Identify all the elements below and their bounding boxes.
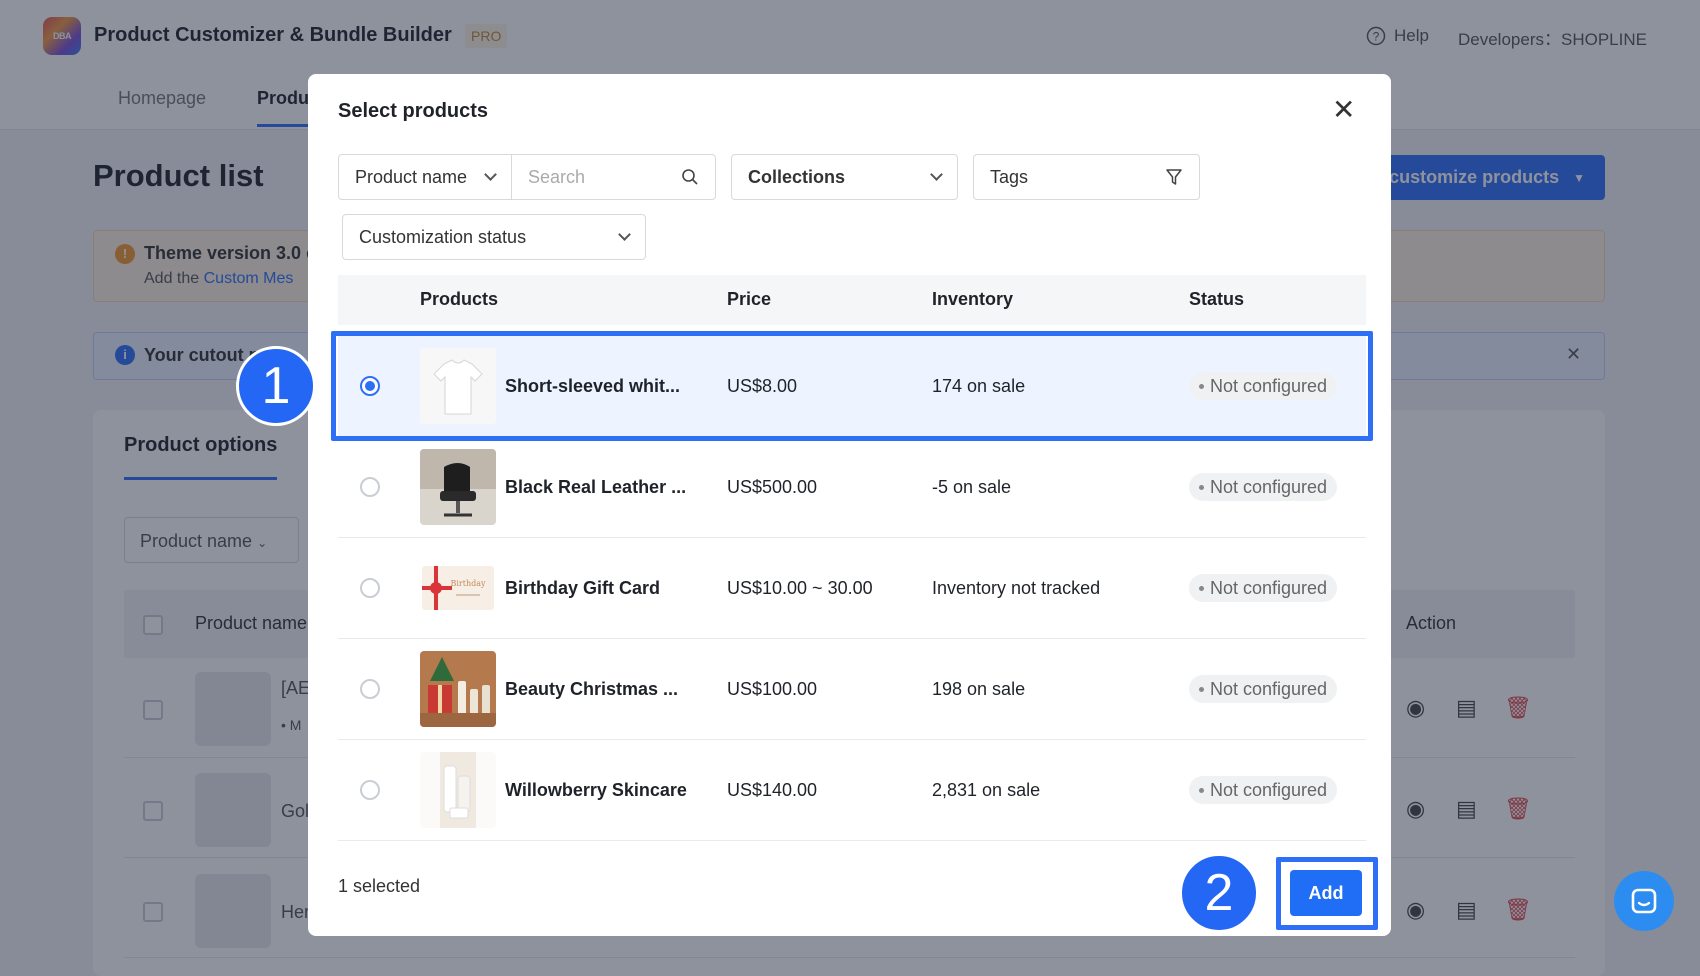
row-radio[interactable]: [360, 578, 380, 598]
selected-row-highlight: [331, 331, 1373, 441]
tags-filter[interactable]: Tags: [973, 154, 1200, 200]
product-price: US$500.00: [727, 477, 818, 497]
chevron-down-icon: [618, 228, 631, 241]
column-price: Price: [727, 289, 772, 309]
search-placeholder: Search: [528, 166, 586, 187]
tags-label: Tags: [990, 166, 1029, 187]
product-name: Beauty Christmas ...: [505, 679, 679, 699]
status-badge: Not configured: [1189, 473, 1338, 501]
column-inventory: Inventory: [932, 289, 1014, 309]
christmas-thumbnail: [420, 651, 496, 727]
row-radio[interactable]: [360, 780, 380, 800]
product-inventory: 2,831 on sale: [932, 780, 1041, 800]
row-radio[interactable]: [360, 679, 380, 699]
product-price: US$140.00: [727, 780, 818, 800]
product-price: US$10.00 ~ 30.00: [727, 578, 873, 598]
svg-text:Birthday: Birthday: [450, 579, 486, 588]
product-price: US$100.00: [727, 679, 818, 699]
product-inventory: -5 on sale: [932, 477, 1012, 497]
product-inventory: 198 on sale: [932, 679, 1026, 699]
step-1-marker: 1: [236, 346, 316, 426]
search-field-select[interactable]: Product name: [339, 155, 512, 199]
product-name: Black Real Leather ...: [505, 477, 687, 497]
add-button-highlight: [1276, 857, 1378, 930]
chevron-down-icon: [930, 168, 943, 181]
status-badge: Not configured: [1189, 675, 1338, 703]
column-products: Products: [420, 289, 499, 309]
column-status: Status: [1189, 289, 1245, 309]
chevron-down-icon: [484, 168, 497, 181]
collections-filter[interactable]: Collections: [731, 154, 958, 200]
collections-label: Collections: [748, 166, 846, 187]
chair-thumbnail: [420, 449, 496, 525]
search-field-label: Product name: [355, 166, 468, 187]
chat-icon: [1631, 888, 1657, 914]
search-input[interactable]: Search: [512, 155, 715, 199]
close-icon[interactable]: ✕: [1332, 96, 1355, 124]
dialog-title: Select products: [338, 100, 489, 122]
filter-icon: [1166, 169, 1182, 185]
customization-status-label: Customization status: [359, 226, 527, 247]
step-2-marker: 2: [1179, 853, 1259, 933]
selected-count: 1 selected: [338, 876, 421, 896]
product-inventory: Inventory not tracked: [932, 578, 1101, 598]
search-icon: [682, 169, 698, 185]
row-radio[interactable]: [360, 477, 380, 497]
status-badge: Not configured: [1189, 776, 1338, 804]
gift-card-thumbnail: Birthday: [420, 550, 496, 626]
customization-status-filter[interactable]: Customization status: [342, 214, 646, 260]
product-name: Willowberry Skincare: [505, 780, 687, 800]
chat-button[interactable]: [1614, 871, 1674, 931]
product-search-group: Product name Search: [338, 154, 716, 200]
product-name: Birthday Gift Card: [505, 578, 661, 598]
skincare-thumbnail: [420, 752, 496, 828]
status-badge: Not configured: [1189, 574, 1338, 602]
